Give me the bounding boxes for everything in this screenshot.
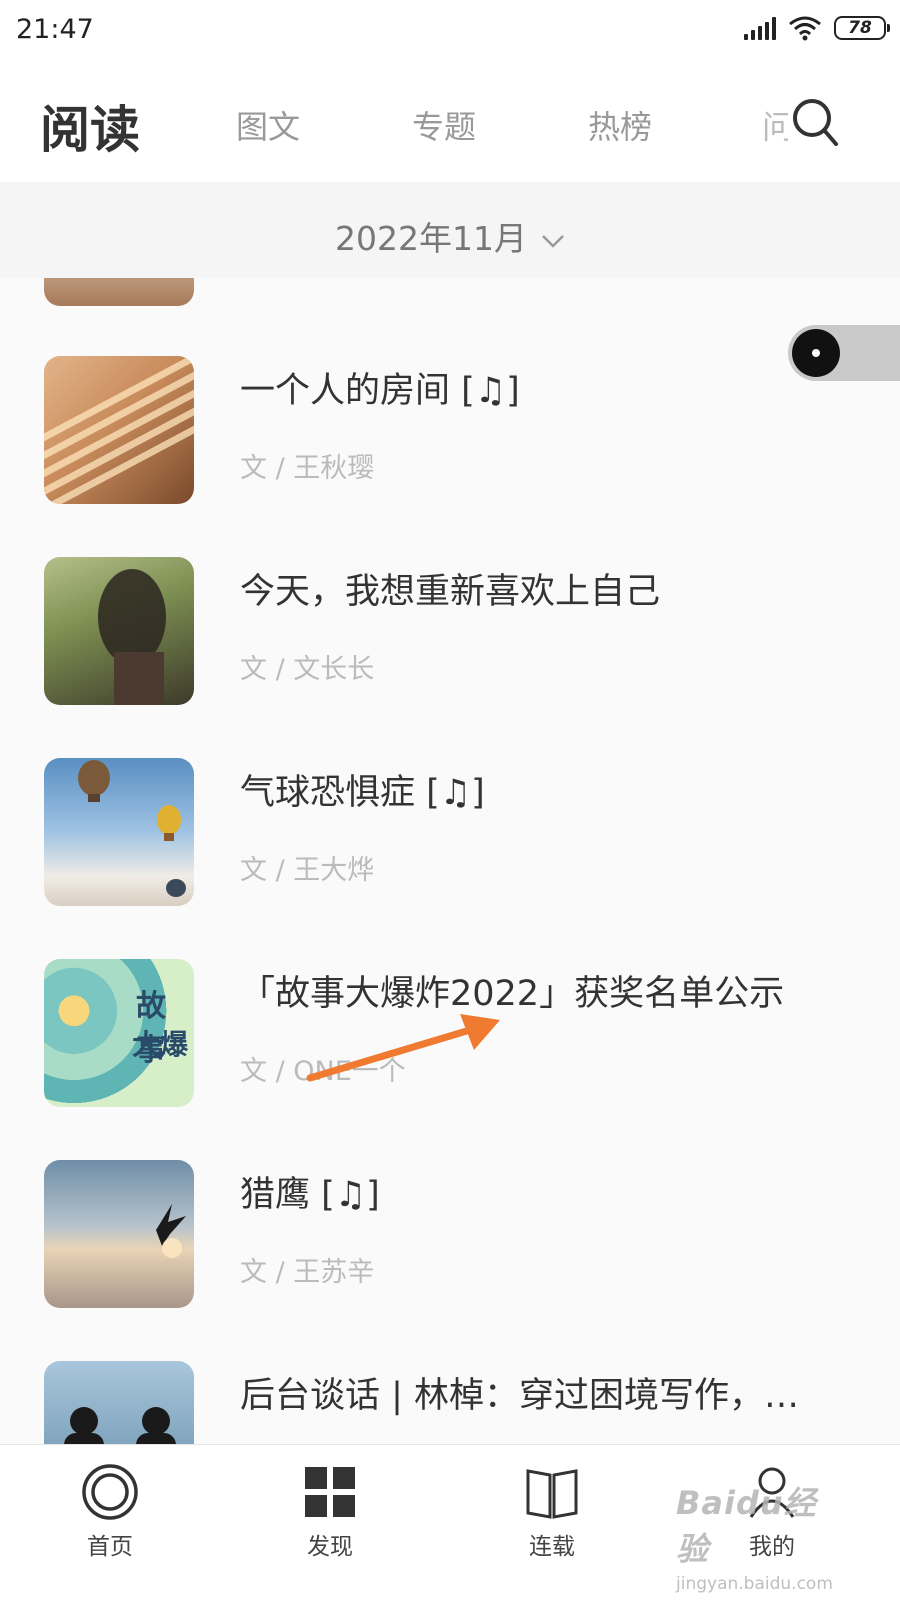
person-icon [749, 1467, 795, 1518]
vinyl-record-icon [792, 329, 840, 377]
chevron-down-icon [542, 234, 564, 248]
battery-level: 78 [848, 18, 872, 38]
article-thumbnail [44, 356, 194, 504]
article-author: 文 / 王大烨 [240, 855, 375, 886]
page-title: 阅读 [40, 101, 140, 159]
battery-icon: 78 [834, 16, 890, 40]
status-icons: 78 [744, 15, 890, 41]
article-thumbnail [44, 758, 194, 906]
month-selector[interactable]: 2022年11月 [0, 212, 900, 260]
month-label: 2022年11月 [335, 219, 527, 258]
nav-label: 我的 [749, 1534, 795, 1560]
list-item[interactable]: 一个人的房间 [♫] 文 / 王秋璎 [0, 356, 900, 546]
grid-icon [305, 1467, 355, 1517]
article-author: 文 / ONE一个 [240, 1056, 406, 1087]
article-thumbnail-partial[interactable] [44, 278, 194, 306]
article-title: 猎鹰 [♫] [240, 1175, 380, 1215]
article-author: 文 / 文长长 [240, 654, 375, 685]
article-thumbnail [44, 1160, 194, 1308]
bottom-nav: 首页 发现 连载 我的 [0, 1444, 900, 1600]
nav-discover[interactable]: 发现 [270, 1463, 390, 1561]
book-icon [526, 1469, 578, 1519]
article-title: 一个人的房间 [♫] [240, 371, 520, 411]
status-bar: 21:47 78 [0, 0, 900, 62]
article-thumbnail [44, 557, 194, 705]
list-item[interactable]: 猎鹰 [♫] 文 / 王苏辛 [0, 1160, 900, 1350]
nav-label: 发现 [307, 1534, 353, 1560]
tab-topics[interactable]: 专题 [412, 102, 476, 148]
nav-label: 首页 [87, 1534, 133, 1560]
nav-home[interactable]: 首页 [50, 1463, 170, 1561]
top-header: 阅读 图文 专题 热榜 问答 [0, 62, 900, 182]
nav-serial[interactable]: 连载 [492, 1463, 612, 1561]
tab-graphic[interactable]: 图文 [236, 102, 300, 148]
article-thumbnail: 故事 大爆 [44, 959, 194, 1107]
article-title: 后台谈话 | 林棹：穿过困境写作，… [240, 1376, 800, 1416]
search-icon[interactable] [786, 92, 846, 152]
nav-label: 连载 [529, 1534, 575, 1560]
month-bar: 2022年11月 [0, 182, 900, 278]
article-author: 文 / 王秋璎 [240, 453, 375, 484]
tab-hot-list[interactable]: 热榜 [588, 102, 652, 148]
signal-icon [744, 16, 776, 40]
list-item[interactable]: 今天，我想重新喜欢上自己 文 / 文长长 [0, 557, 900, 747]
home-ring-icon [82, 1464, 138, 1520]
article-title: 「故事大爆炸2022」获奖名单公示 [240, 974, 785, 1014]
wifi-icon [789, 16, 821, 41]
article-title: 今天，我想重新喜欢上自己 [240, 572, 661, 612]
list-item[interactable]: 故事 大爆 「故事大爆炸2022」获奖名单公示 文 / ONE一个 [0, 959, 900, 1149]
tab-qa[interactable]: 问答 [762, 102, 788, 148]
list-item[interactable]: 气球恐惧症 [♫] 文 / 王大烨 [0, 758, 900, 948]
cover-text: 大爆 [132, 1028, 189, 1061]
article-list: 一个人的房间 [♫] 文 / 王秋璎 今天，我想重新喜欢上自己 文 / 文长长 … [0, 278, 900, 1474]
status-time: 21:47 [16, 14, 94, 45]
nav-profile[interactable]: 我的 [712, 1463, 832, 1561]
article-author: 文 / 王苏辛 [240, 1257, 375, 1288]
music-player-toggle[interactable] [788, 325, 900, 381]
article-title: 气球恐惧症 [♫] [240, 773, 485, 813]
